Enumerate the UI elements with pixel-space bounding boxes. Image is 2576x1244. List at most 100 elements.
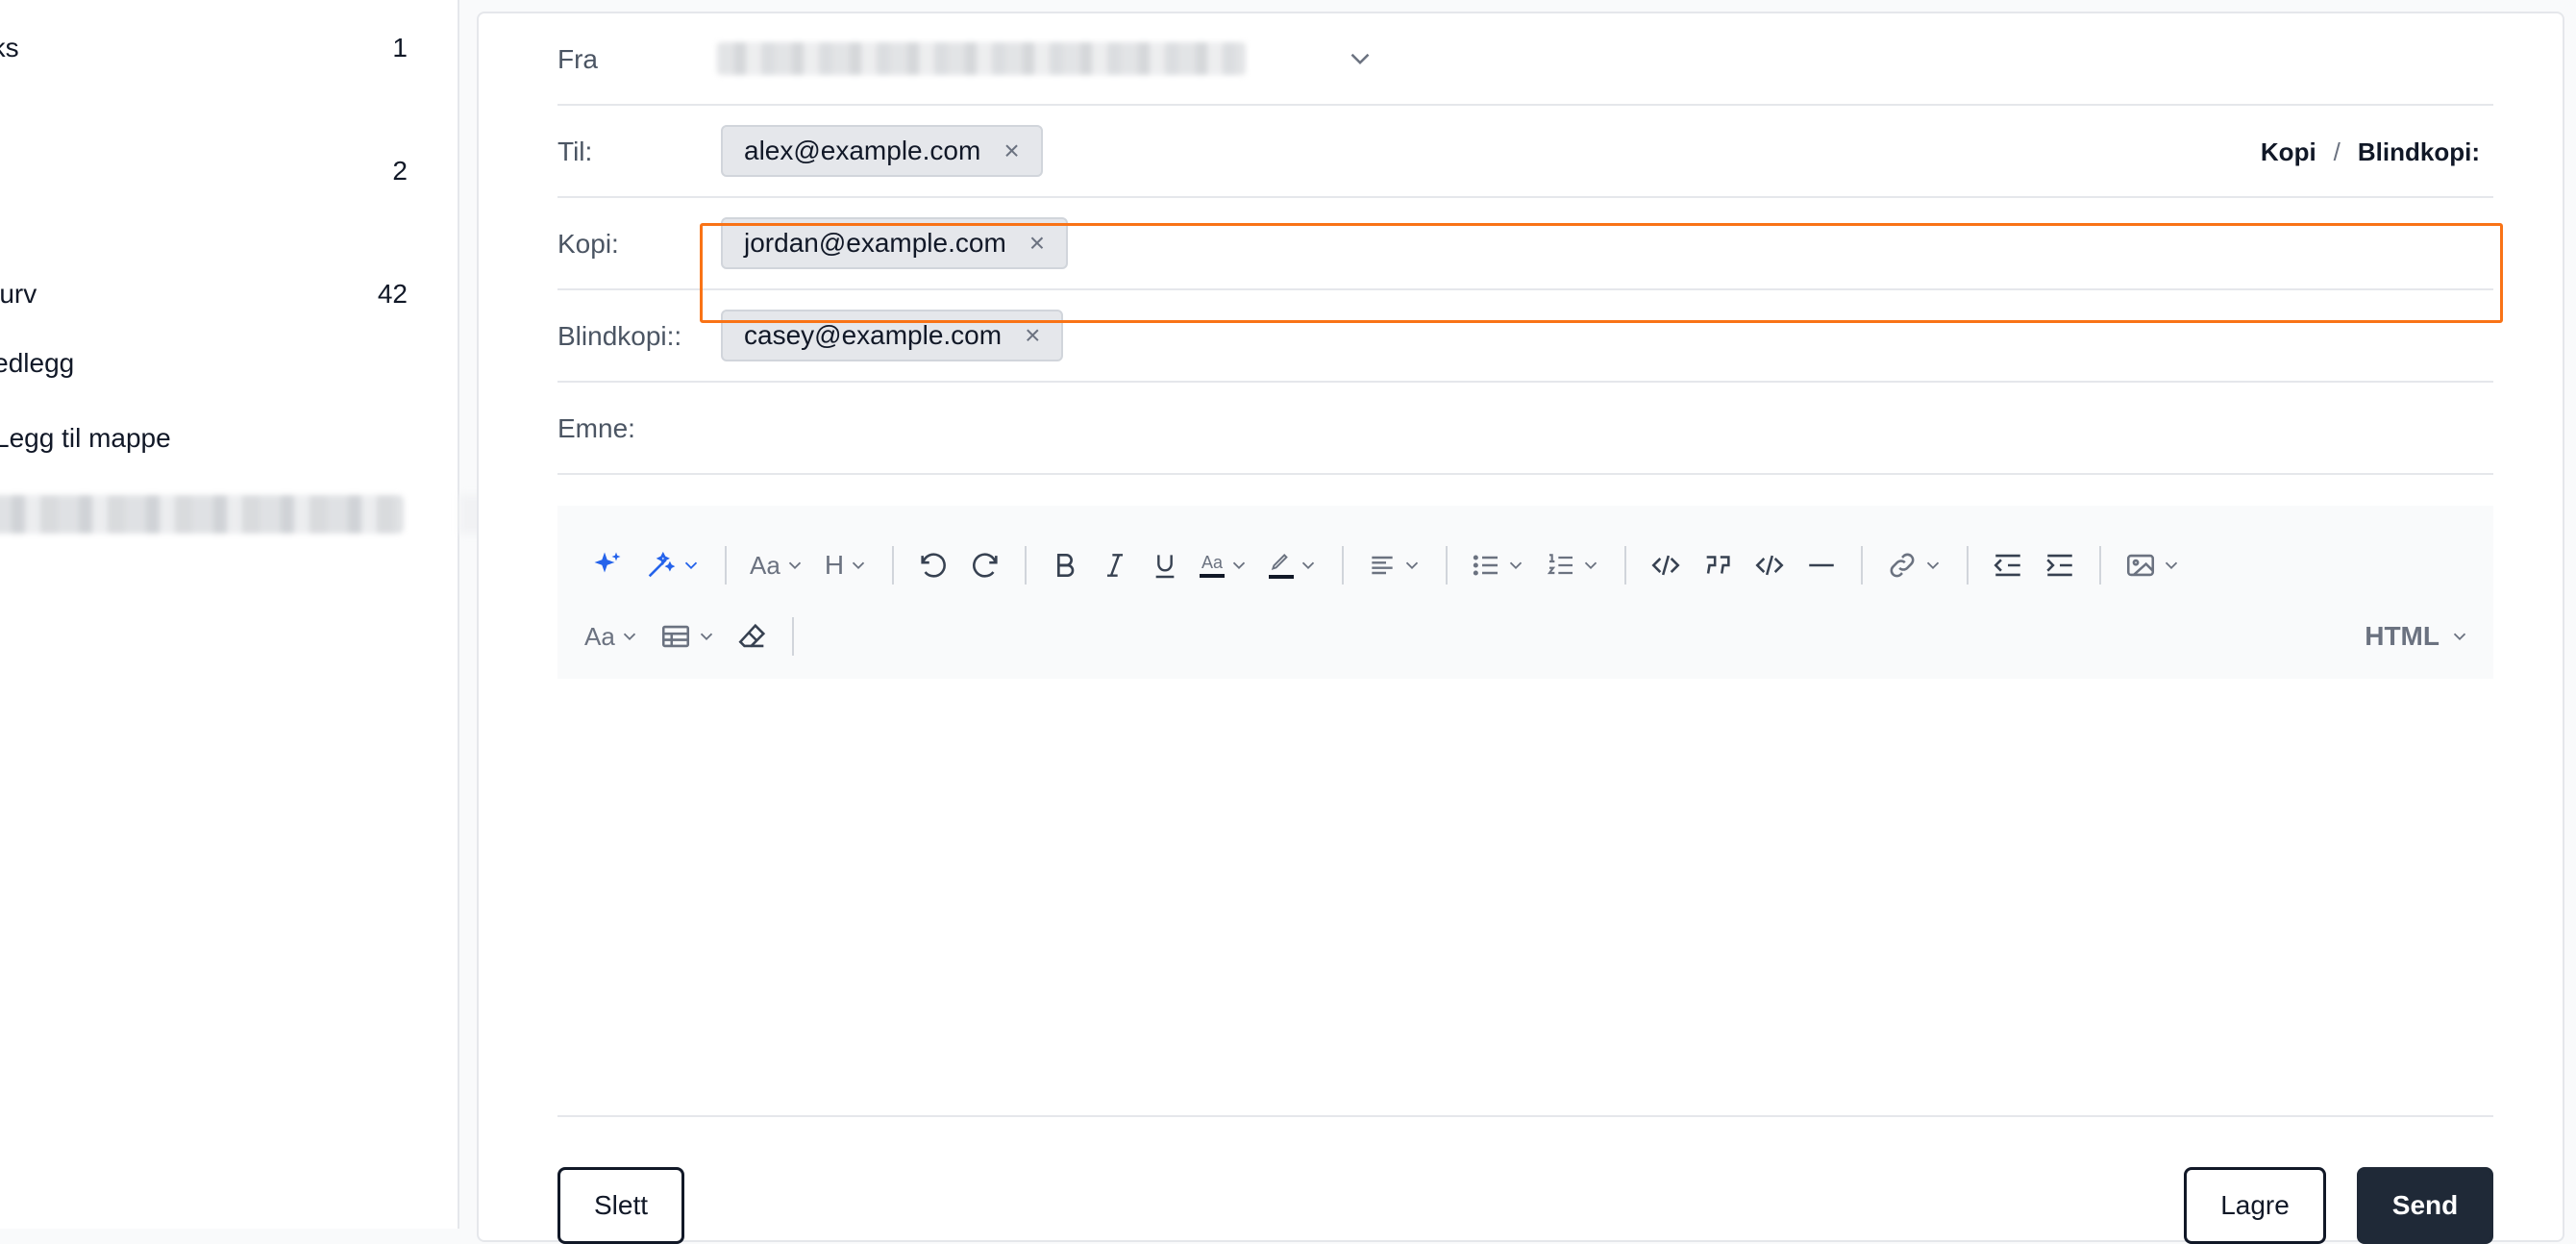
- chevron-down-icon: [1509, 561, 1523, 570]
- italic-icon: [1107, 554, 1124, 577]
- html-mode-label: HTML: [2365, 621, 2440, 651]
- cc-toggle-link[interactable]: Kopi: [2261, 137, 2316, 167]
- code-button[interactable]: [1640, 540, 1692, 590]
- code-icon: [1651, 555, 1680, 576]
- chevron-down-icon: [2165, 561, 2178, 570]
- chevron-down-icon: [852, 561, 865, 570]
- toolbar-divider: [1446, 546, 1449, 585]
- sidebar: oks 1 n st 2 lt rkurv 42 Vedlegg Legg ti…: [0, 0, 459, 1229]
- numbered-list-button[interactable]: [1536, 540, 1611, 590]
- toolbar-divider: [791, 617, 794, 656]
- toolbar-divider: [725, 546, 727, 585]
- recipient-chip-address: alex@example.com: [744, 136, 981, 165]
- link-button[interactable]: [1876, 540, 1953, 590]
- chevron-down-icon: [2453, 633, 2466, 641]
- close-icon[interactable]: ×: [1029, 230, 1045, 257]
- clear-formatting-button[interactable]: [727, 611, 779, 661]
- sparkle-icon: [594, 552, 621, 573]
- align-button[interactable]: [1357, 540, 1432, 590]
- chevron-down-icon: [1232, 561, 1246, 570]
- image-icon: [2127, 554, 2155, 577]
- from-account-select[interactable]: [717, 42, 1246, 75]
- bullet-list-icon: [1473, 555, 1499, 576]
- add-folder-label: Legg til mappe: [0, 423, 171, 453]
- sidebar-item-trash[interactable]: rkurv 42: [0, 271, 408, 317]
- underline-button[interactable]: [1140, 540, 1190, 590]
- sidebar-item-label: rkurv: [0, 279, 37, 309]
- toolbar-divider: [1967, 546, 1969, 585]
- send-button[interactable]: Send: [2357, 1167, 2493, 1244]
- horizontal-rule-button[interactable]: [1796, 540, 1847, 590]
- cc-bcc-toggles: Kopi / Blindkopi:: [2261, 106, 2480, 198]
- horizontal-rule-icon: [1809, 563, 1834, 567]
- ai-sparkle-button[interactable]: [581, 540, 634, 590]
- to-row: Til: alex@example.com × Kopi / Blindkopi…: [557, 106, 2493, 198]
- pen-icon: [1271, 554, 1288, 571]
- ai-magic-wand-button[interactable]: [634, 540, 711, 590]
- recipient-chip[interactable]: jordan@example.com ×: [721, 217, 1069, 269]
- recipient-chip[interactable]: casey@example.com ×: [721, 310, 1064, 361]
- sidebar-item-4[interactable]: lt: [0, 210, 408, 256]
- from-row: Fra: [557, 13, 2493, 106]
- highlight-color-button[interactable]: [1259, 540, 1328, 590]
- recipient-chip-address: casey@example.com: [744, 320, 1003, 350]
- magic-wand-icon: [648, 551, 676, 578]
- cc-row: Kopi: jordan@example.com ×: [557, 198, 2493, 290]
- undo-button[interactable]: [907, 540, 959, 590]
- indent-icon: [2046, 554, 2072, 577]
- heading-icon: H: [824, 550, 845, 580]
- sidebar-item-label: oks: [0, 33, 19, 62]
- toolbar-divider: [892, 546, 895, 585]
- quote-icon: [1706, 556, 1730, 574]
- redo-icon: [973, 553, 998, 578]
- sidebar-item-attachments[interactable]: Vedlegg: [0, 340, 408, 386]
- redo-button[interactable]: [959, 540, 1011, 590]
- align-left-icon: [1372, 556, 1393, 575]
- quote-button[interactable]: [1692, 540, 1744, 590]
- chevron-down-icon: [1584, 561, 1598, 570]
- code-block-button[interactable]: [1744, 540, 1796, 590]
- highlight-color-swatch: [1269, 575, 1295, 579]
- save-button[interactable]: Lagre: [2184, 1167, 2326, 1244]
- add-folder-button[interactable]: Legg til mappe: [0, 415, 425, 461]
- cc-label: Kopi:: [557, 229, 619, 259]
- chevron-down-icon[interactable]: [1344, 42, 1376, 75]
- toggle-separator: /: [2333, 137, 2341, 166]
- subject-row[interactable]: Emne:: [557, 383, 2493, 475]
- bold-icon: [1057, 554, 1075, 577]
- italic-button[interactable]: [1090, 540, 1140, 590]
- chevron-down-icon: [1405, 561, 1419, 570]
- sidebar-item-label: Vedlegg: [0, 348, 75, 378]
- bold-button[interactable]: [1040, 540, 1090, 590]
- outdent-button[interactable]: [1982, 540, 2034, 590]
- sidebar-item-count: 1: [392, 33, 408, 62]
- bcc-label: Blindkopi::: [557, 321, 682, 351]
- sidebar-item-3[interactable]: st 2: [0, 148, 408, 194]
- toolbar-divider: [2099, 546, 2102, 585]
- font-size-icon: Aa: [750, 550, 780, 580]
- sidebar-item-2[interactable]: n: [0, 87, 408, 133]
- highlighter-icon: [1269, 552, 1295, 579]
- close-icon[interactable]: ×: [1003, 137, 1019, 164]
- outdent-icon: [1994, 554, 2020, 577]
- html-mode-dropdown[interactable]: HTML: [2365, 606, 2470, 667]
- toolbar-divider: [1861, 546, 1864, 585]
- blurred-account-address: [0, 495, 404, 534]
- close-icon[interactable]: ×: [1025, 322, 1040, 349]
- font-color-button[interactable]: Aa: [1190, 540, 1259, 590]
- table-button[interactable]: [650, 611, 727, 661]
- indent-button[interactable]: [2034, 540, 2086, 590]
- bullet-list-button[interactable]: [1461, 540, 1536, 590]
- font-size-button[interactable]: Aa: [740, 540, 815, 590]
- font-family-button[interactable]: Aa: [581, 611, 650, 661]
- from-label: Fra: [557, 44, 598, 74]
- code-block-icon: [1755, 555, 1784, 576]
- chevron-down-icon: [700, 633, 712, 641]
- delete-button[interactable]: Slett: [557, 1167, 684, 1244]
- image-button[interactable]: [2115, 540, 2192, 590]
- message-body-editor[interactable]: [557, 679, 2493, 1117]
- sidebar-item-inbox[interactable]: oks 1: [0, 25, 408, 71]
- heading-button[interactable]: H: [815, 540, 879, 590]
- recipient-chip[interactable]: alex@example.com ×: [721, 125, 1043, 177]
- bcc-toggle-link[interactable]: Blindkopi:: [2358, 137, 2480, 167]
